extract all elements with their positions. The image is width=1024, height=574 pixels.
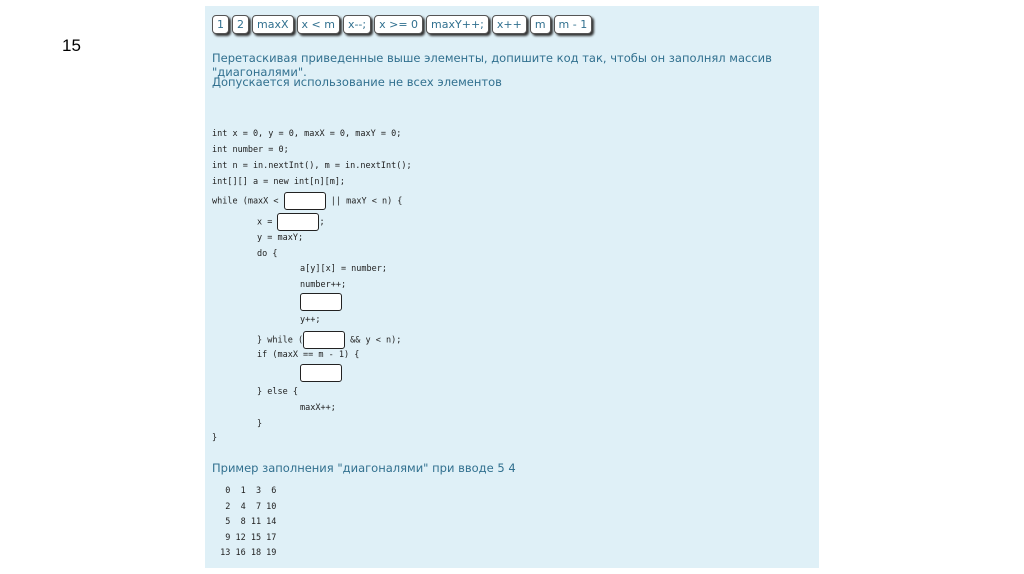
code-line: y++; <box>300 315 321 325</box>
chip[interactable]: m - 1 <box>553 15 593 34</box>
code-line: } while ( && y < n); <box>257 331 401 349</box>
code-line: number++; <box>300 280 347 290</box>
matrix-row: 2 4 7 10 <box>215 501 277 512</box>
code-line <box>300 364 342 382</box>
chip[interactable]: x++ <box>491 15 527 34</box>
code-line: a[y][x] = number; <box>300 264 387 274</box>
matrix-row: 13 16 18 19 <box>215 548 277 558</box>
chip[interactable]: x--; <box>342 15 372 34</box>
drop-slot[interactable] <box>283 192 326 210</box>
code-text: x = <box>257 217 278 228</box>
chip[interactable]: 2 <box>232 15 249 34</box>
code-text: && y < n); <box>345 335 402 346</box>
code-line: int x = 0, y = 0, maxX = 0, maxY = 0; <box>212 129 402 139</box>
code-line: while (maxX < || maxY < n) { <box>212 192 402 210</box>
drop-slot[interactable] <box>300 364 342 382</box>
drop-slot[interactable] <box>300 293 342 311</box>
chip[interactable]: 1 <box>212 15 229 34</box>
code-line <box>300 293 342 311</box>
draggable-chips: 1 2 maxX x < m x--; x >= 0 maxY++; x++ m… <box>212 15 593 34</box>
code-text: } while ( <box>257 335 304 346</box>
code-line: int n = in.nextInt(), m = in.nextInt(); <box>212 161 412 171</box>
chip[interactable]: x >= 0 <box>374 15 424 34</box>
code-text: || maxY < n) { <box>325 196 403 207</box>
note: Допускается использование не всех элемен… <box>212 75 502 89</box>
code-text: while (maxX < <box>212 196 284 207</box>
code-line: maxX++; <box>300 403 336 413</box>
drop-slot[interactable] <box>277 213 320 231</box>
matrix-row: 9 12 15 17 <box>215 532 277 543</box>
code-text: ; <box>319 217 325 228</box>
code-line: do { <box>257 249 278 259</box>
code-line: } else { <box>257 387 298 397</box>
code-line: y = maxY; <box>257 233 304 243</box>
chip[interactable]: x < m <box>296 15 340 34</box>
drop-slot[interactable] <box>303 331 346 349</box>
example-matrix: 0 1 3 6 2 4 7 10 5 8 11 14 9 12 15 17 13… <box>215 484 276 562</box>
chip[interactable]: maxY++; <box>426 15 489 34</box>
code-line: int[][] a = new int[n][m]; <box>212 177 346 187</box>
chip[interactable]: maxX <box>252 15 294 34</box>
question-panel: 1 2 maxX x < m x--; x >= 0 maxY++; x++ m… <box>205 6 819 568</box>
matrix-row: 5 8 11 14 <box>215 517 277 527</box>
code-line: x = ; <box>257 213 325 231</box>
code-line: } <box>212 433 218 443</box>
code-line: } <box>257 419 263 429</box>
code-line: if (maxX == m - 1) { <box>257 350 360 360</box>
code-line: int number = 0; <box>212 145 289 155</box>
chip[interactable]: m <box>529 15 551 34</box>
example-label: Пример заполнения "диагоналями" при ввод… <box>212 461 516 475</box>
slide-number: 15 <box>62 36 81 55</box>
matrix-row: 0 1 3 6 <box>215 486 277 496</box>
